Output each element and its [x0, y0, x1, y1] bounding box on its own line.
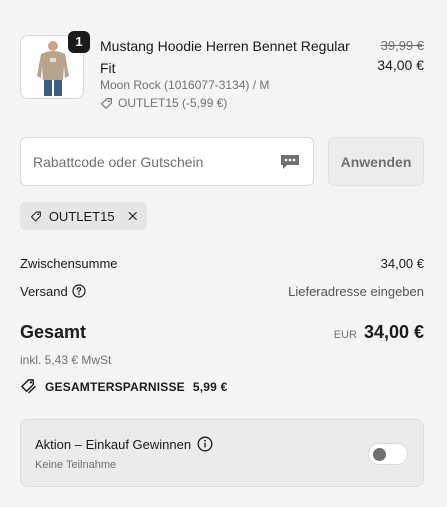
close-icon[interactable]	[128, 210, 137, 222]
total-value: 34,00 €	[363, 322, 424, 342]
product-price: 34,00 €	[377, 57, 424, 73]
shipping-row-label: Versand	[20, 284, 86, 299]
double-tag-icon	[21, 379, 36, 394]
tag-icon	[30, 211, 41, 221]
shipping-value: Lieferadresse eingeben	[288, 284, 424, 299]
chat-icon	[281, 154, 299, 169]
product-discount-label: OUTLET15 (-5,99 €)	[118, 96, 228, 110]
product-discount: OUTLET15 (-5,99 €)	[100, 96, 227, 110]
product-variant: Moon Rock (1016077-3134) / M	[100, 78, 270, 92]
promotion-title-row: Aktion – Einkauf Gewinnen	[35, 436, 213, 452]
subtotal-value: 34,00 €	[380, 256, 424, 271]
discount-code-input[interactable]	[33, 153, 279, 170]
subtotal-label: Zwischensumme	[20, 256, 118, 271]
promotion-status: Keine Teilnahme	[35, 459, 117, 471]
discount-code-field[interactable]	[20, 137, 314, 186]
shipping-label: Versand	[20, 284, 68, 299]
quantity-badge: 1	[68, 31, 90, 53]
product-title: Mustang Hoodie Herren Bennet Regular Fit	[100, 38, 350, 76]
tag-icon	[101, 97, 112, 109]
total-savings: GESAMTERSPARNISSE 5,99 €	[20, 378, 227, 395]
apply-button[interactable]: Anwenden	[328, 137, 424, 186]
applied-discount-tag: OUTLET15	[20, 202, 147, 230]
product-original-price: 39,99 €	[380, 38, 424, 53]
savings-label: GESAMTERSPARNISSE	[45, 379, 185, 394]
total-label: Gesamt	[20, 322, 87, 342]
promotion-title: Aktion – Einkauf Gewinnen	[35, 436, 192, 452]
help-icon[interactable]	[72, 284, 86, 298]
toggle-knob	[373, 448, 386, 461]
total-amount: EUR 34,00 €	[334, 322, 424, 343]
promotion-card: Aktion – Einkauf Gewinnen Keine Teilnahm…	[20, 419, 424, 487]
promotion-toggle[interactable]	[368, 443, 408, 465]
savings-value: 5,99 €	[192, 379, 228, 394]
currency-code: EUR	[333, 329, 357, 341]
info-icon[interactable]	[197, 436, 213, 452]
applied-discount-label: OUTLET15	[48, 208, 115, 224]
tax-note: inkl. 5,43 € MwSt	[20, 353, 112, 367]
